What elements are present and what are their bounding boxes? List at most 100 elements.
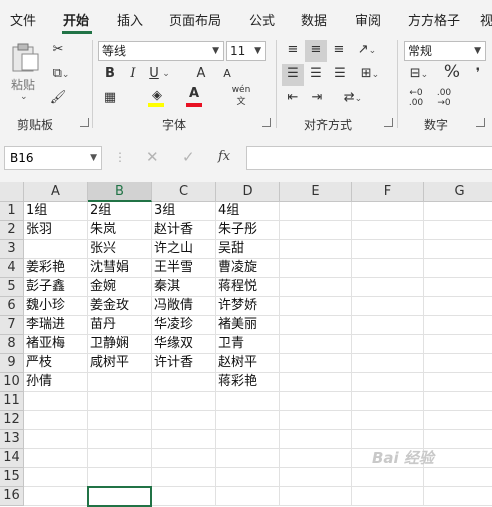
- cell-C3[interactable]: 许之山: [152, 240, 216, 259]
- cell-D12[interactable]: [216, 411, 280, 430]
- column-header[interactable]: G: [424, 182, 492, 202]
- cell-D5[interactable]: 蒋程悦: [216, 278, 280, 297]
- cell-F15[interactable]: [352, 468, 424, 487]
- number-launcher-icon[interactable]: [476, 118, 485, 127]
- cell-E9[interactable]: [280, 354, 352, 373]
- cell-D10[interactable]: 蒋彩艳: [216, 373, 280, 392]
- cell-C4[interactable]: 王半雪: [152, 259, 216, 278]
- tab-page-layout[interactable]: 页面布局: [169, 10, 221, 29]
- column-header[interactable]: F: [352, 182, 424, 202]
- cell-G12[interactable]: [424, 411, 492, 430]
- row-header[interactable]: 5: [0, 278, 24, 297]
- cell-A9[interactable]: 严枝: [24, 354, 88, 373]
- cell-C2[interactable]: 赵计香: [152, 221, 216, 240]
- cell-D1[interactable]: 4组: [216, 202, 280, 221]
- cell-A13[interactable]: [24, 430, 88, 449]
- cell-G2[interactable]: [424, 221, 492, 240]
- insert-function-button[interactable]: fx: [218, 149, 230, 164]
- cell-E3[interactable]: [280, 240, 352, 259]
- formula-input[interactable]: [246, 146, 492, 170]
- cell-C10[interactable]: [152, 373, 216, 392]
- cell-B2[interactable]: 朱岚: [88, 221, 152, 240]
- cell-E2[interactable]: [280, 221, 352, 240]
- tab-fangfang[interactable]: 方方格子: [408, 10, 460, 29]
- align-center-icon[interactable]: ☰: [306, 64, 326, 84]
- orientation-icon[interactable]: ↗⌄: [354, 40, 380, 61]
- cell-B3[interactable]: 张兴: [88, 240, 152, 259]
- alignment-launcher-icon[interactable]: [384, 118, 393, 127]
- cell-D16[interactable]: [216, 487, 280, 506]
- decrease-indent-icon[interactable]: ⇤: [284, 88, 302, 108]
- cell-A2[interactable]: 张羽: [24, 221, 88, 240]
- cell-F1[interactable]: [352, 202, 424, 221]
- cell-E4[interactable]: [280, 259, 352, 278]
- cell-D15[interactable]: [216, 468, 280, 487]
- cell-D3[interactable]: 吴甜: [216, 240, 280, 259]
- cell-B5[interactable]: 金婉: [88, 278, 152, 297]
- wrap-text-icon[interactable]: ⇄⌄: [338, 88, 368, 109]
- cell-C14[interactable]: [152, 449, 216, 468]
- shrink-font-button[interactable]: A: [220, 64, 234, 84]
- decrease-decimal-icon[interactable]: .00 →0: [432, 88, 456, 108]
- cell-G7[interactable]: [424, 316, 492, 335]
- cell-A8[interactable]: 褚亚梅: [24, 335, 88, 354]
- cell-A10[interactable]: 孙倩: [24, 373, 88, 392]
- cell-F16[interactable]: [352, 487, 424, 506]
- tab-data[interactable]: 数据: [301, 10, 327, 29]
- bold-button[interactable]: B: [102, 64, 118, 84]
- cell-A15[interactable]: [24, 468, 88, 487]
- cell-C16[interactable]: [152, 487, 216, 506]
- row-header[interactable]: 11: [0, 392, 24, 411]
- cell-E15[interactable]: [280, 468, 352, 487]
- cell-C8[interactable]: 华缘双: [152, 335, 216, 354]
- font-size-select[interactable]: 11 ▼: [226, 41, 266, 61]
- cell-B1[interactable]: 2组: [88, 202, 152, 221]
- cell-A12[interactable]: [24, 411, 88, 430]
- row-header[interactable]: 13: [0, 430, 24, 449]
- cell-G4[interactable]: [424, 259, 492, 278]
- cell-F11[interactable]: [352, 392, 424, 411]
- font-launcher-icon[interactable]: [262, 118, 271, 127]
- cell-G5[interactable]: [424, 278, 492, 297]
- row-header[interactable]: 3: [0, 240, 24, 259]
- cell-E1[interactable]: [280, 202, 352, 221]
- cell-F6[interactable]: [352, 297, 424, 316]
- cell-C1[interactable]: 3组: [152, 202, 216, 221]
- column-header[interactable]: A: [24, 182, 88, 202]
- row-header[interactable]: 8: [0, 335, 24, 354]
- cut-icon[interactable]: ✂: [48, 40, 68, 60]
- cell-D2[interactable]: 朱子彤: [216, 221, 280, 240]
- row-header[interactable]: 12: [0, 411, 24, 430]
- paste-button[interactable]: 粘贴 ⌄: [8, 40, 42, 102]
- cell-G3[interactable]: [424, 240, 492, 259]
- cell-D8[interactable]: 卫青: [216, 335, 280, 354]
- row-header[interactable]: 6: [0, 297, 24, 316]
- cell-B6[interactable]: 姜金玫: [88, 297, 152, 316]
- cell-E12[interactable]: [280, 411, 352, 430]
- cell-A5[interactable]: 彭子鑫: [24, 278, 88, 297]
- cell-C13[interactable]: [152, 430, 216, 449]
- cell-F10[interactable]: [352, 373, 424, 392]
- cell-E13[interactable]: [280, 430, 352, 449]
- merge-center-icon[interactable]: ⊞⌄: [354, 64, 386, 85]
- align-left-icon[interactable]: ☰: [283, 64, 303, 84]
- cell-F7[interactable]: [352, 316, 424, 335]
- cell-F9[interactable]: [352, 354, 424, 373]
- row-header[interactable]: 7: [0, 316, 24, 335]
- number-format-select[interactable]: 常规 ▼: [404, 41, 486, 61]
- cell-A14[interactable]: [24, 449, 88, 468]
- cell-G16[interactable]: [424, 487, 492, 506]
- row-header[interactable]: 10: [0, 373, 24, 392]
- cell-A16[interactable]: [24, 487, 88, 506]
- cell-G1[interactable]: [424, 202, 492, 221]
- cell-A11[interactable]: [24, 392, 88, 411]
- cell-E16[interactable]: [280, 487, 352, 506]
- cell-A4[interactable]: 姜彩艳: [24, 259, 88, 278]
- cell-A3[interactable]: [24, 240, 88, 259]
- grow-font-button[interactable]: A: [194, 64, 208, 84]
- cell-A1[interactable]: 1组: [24, 202, 88, 221]
- align-top-icon[interactable]: ≡: [284, 40, 302, 60]
- name-box[interactable]: B16 ▼: [4, 146, 102, 170]
- cell-A6[interactable]: 魏小珍: [24, 297, 88, 316]
- cell-E11[interactable]: [280, 392, 352, 411]
